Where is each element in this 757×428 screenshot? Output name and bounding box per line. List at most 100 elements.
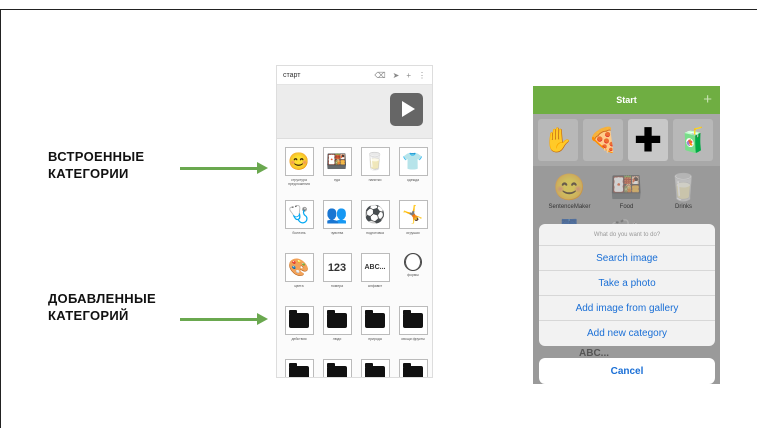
play-icon: 🤸 xyxy=(398,200,428,229)
folder-icon xyxy=(284,359,314,377)
food-icon: 🍱 xyxy=(610,171,643,202)
add-new-category-button[interactable]: Add new category xyxy=(539,321,715,346)
glass-icon: 🥛 xyxy=(667,171,700,202)
cancel-button[interactable]: Cancel xyxy=(539,358,715,384)
tile-caption: номера xyxy=(330,284,344,288)
category-tile[interactable]: 🍱 еда xyxy=(321,147,353,200)
add-from-gallery-button[interactable]: Add image from gallery xyxy=(539,296,715,321)
category-tile[interactable] xyxy=(359,359,391,377)
folder-icon xyxy=(322,359,352,377)
tile-caption: цвета xyxy=(294,284,304,288)
category-tile[interactable] xyxy=(321,359,353,377)
action-sheet: What do you want to do? Search image Tak… xyxy=(539,224,715,346)
category-tile[interactable]: 😊 структура предложения xyxy=(283,147,315,200)
tile-caption: одежда xyxy=(406,178,420,182)
tile-caption: Drinks xyxy=(674,204,692,210)
category-tile[interactable] xyxy=(283,359,315,377)
clothes-icon: 👕 xyxy=(398,147,428,176)
more-icon[interactable]: ⋮ xyxy=(418,71,426,80)
ball-icon: ⚽ xyxy=(360,200,390,229)
category-tile[interactable]: овощи фрукты xyxy=(397,306,429,359)
tile-caption: Food xyxy=(619,204,634,210)
tile-caption: SentenceMaker xyxy=(548,204,591,210)
category-tile[interactable]: 123 номера xyxy=(321,253,353,306)
android-phone-screen: старт ⌫ ➤ + ⋮ 😊 структура предложения 🍱 еда… xyxy=(276,65,433,378)
category-tile[interactable] xyxy=(397,359,429,377)
plus-icon[interactable]: ✚ xyxy=(628,119,668,161)
arrow-right-icon xyxy=(180,313,268,325)
food-icon: 🍱 xyxy=(322,147,352,176)
tile-caption: действия xyxy=(291,337,307,341)
boy-face-icon: 😊 xyxy=(284,147,314,176)
folder-icon xyxy=(360,306,390,335)
category-grid: 😊 структура предложения 🍱 еда 🥛 напитки 👕 одежд… xyxy=(277,139,432,377)
category-tile[interactable]: действия xyxy=(283,306,315,359)
alphabet-icon: ABC... xyxy=(360,253,390,282)
colors-icon: 🎨 xyxy=(284,253,314,282)
slide-border-left xyxy=(0,9,1,428)
tile-caption: еда xyxy=(334,178,340,182)
builtin-label-line2: КАТЕГОРИИ xyxy=(48,166,129,181)
screen-title: Start xyxy=(616,95,637,105)
tile-caption: формы xyxy=(407,273,419,277)
pizza-icon[interactable]: 🍕 xyxy=(583,119,623,161)
category-tile[interactable]: 🩺 болезнь xyxy=(283,200,315,253)
folder-icon xyxy=(322,306,352,335)
numbers-icon: 123 xyxy=(322,253,352,282)
category-tile[interactable]: 🥛 Drinks xyxy=(655,170,712,211)
category-tile[interactable]: 🤸 игрушки xyxy=(397,200,429,253)
backspace-icon[interactable]: ⌫ xyxy=(374,71,385,80)
hand-icon[interactable]: ✋ xyxy=(538,119,578,161)
added-label-line2: КАТЕГОРИЙ xyxy=(48,308,129,323)
tile-caption: алфавит xyxy=(367,284,383,288)
category-tile[interactable]: ABC... алфавит xyxy=(359,253,391,306)
people-icon: 👥 xyxy=(322,200,352,229)
send-icon[interactable]: ➤ xyxy=(393,71,400,80)
builtin-categories-label: ВСТРОЕННЫЕ КАТЕГОРИИ xyxy=(48,148,144,182)
sentence-bar[interactable] xyxy=(277,85,432,139)
doctor-icon: 🩺 xyxy=(284,200,314,229)
glass-icon: 🥛 xyxy=(360,147,390,176)
tile-caption: овощи фрукты xyxy=(401,337,425,341)
category-tile[interactable]: 🎨 цвета xyxy=(283,253,315,306)
category-tile[interactable]: 😊 SentenceMaker xyxy=(541,170,598,211)
ios-phone-screen: Start + ✋🍕✚🧃 😊SentenceMaker🍱Food🥛Drinks👖… xyxy=(533,86,720,384)
add-icon[interactable]: + xyxy=(406,71,411,80)
category-tile[interactable]: 🥛 напитки xyxy=(359,147,391,200)
added-categories-label: ДОБАВЛЕННЫЕ КАТЕГОРИЙ xyxy=(48,290,156,324)
category-tile[interactable]: люди xyxy=(321,306,353,359)
screen-title: старт xyxy=(283,71,301,79)
take-photo-button[interactable]: Take a photo xyxy=(539,271,715,296)
tile-caption: напитки xyxy=(368,178,382,182)
juice-icon[interactable]: 🧃 xyxy=(673,119,713,161)
add-icon[interactable]: + xyxy=(703,91,712,108)
slide: ВСТРОЕННЫЕ КАТЕГОРИИ ДОБАВЛЕННЫЕ КАТЕГОР… xyxy=(0,0,757,428)
shapes-icon xyxy=(404,253,422,271)
category-tile[interactable]: 🍱 Food xyxy=(598,170,655,211)
tile-caption: игрушки xyxy=(406,231,420,235)
added-label-line1: ДОБАВЛЕННЫЕ xyxy=(48,291,156,306)
folder-icon xyxy=(284,306,314,335)
slide-border-top xyxy=(0,9,757,10)
tile-caption: чувства xyxy=(330,231,344,235)
nav-bar: Start + xyxy=(533,86,720,114)
toolbar: старт ⌫ ➤ + ⋮ xyxy=(277,66,432,85)
tile-caption: болезнь xyxy=(292,231,306,235)
category-tile[interactable]: формы xyxy=(397,253,429,306)
tile-caption: подготовка xyxy=(366,231,384,235)
tile-caption: природа xyxy=(368,337,382,341)
builtin-label-line1: ВСТРОЕННЫЕ xyxy=(48,149,145,164)
folder-icon xyxy=(398,306,428,335)
folder-icon xyxy=(398,359,428,377)
category-tile[interactable]: 👥 чувства xyxy=(321,200,353,253)
sentence-strip: ✋ 🍕 ✚ 🧃 xyxy=(533,114,720,166)
category-tile[interactable]: 👕 одежда xyxy=(397,147,429,200)
category-tile[interactable]: природа xyxy=(359,306,391,359)
play-button[interactable] xyxy=(390,93,423,126)
tile-caption: структура предложения xyxy=(288,178,310,186)
boy-face-icon: 😊 xyxy=(553,171,586,202)
category-tile[interactable]: ⚽ подготовка xyxy=(359,200,391,253)
search-image-button[interactable]: Search image xyxy=(539,246,715,271)
arrow-right-icon xyxy=(180,162,268,174)
tile-caption: люди xyxy=(332,337,342,341)
